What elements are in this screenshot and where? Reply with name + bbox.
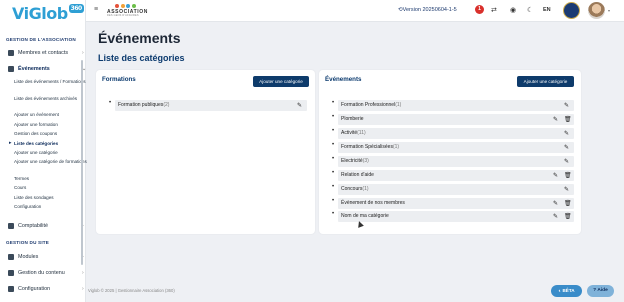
notification-badge[interactable]: 1 bbox=[475, 5, 484, 14]
list-bullet: • bbox=[332, 211, 335, 217]
category-row[interactable]: Activité(11) ✎ bbox=[338, 128, 574, 139]
section-title: Liste des catégories bbox=[98, 53, 185, 63]
chevron-down-icon[interactable]: ▾ bbox=[608, 8, 610, 13]
sidebar: ViGlob 360 GESTION DE L'ASSOCIATION Membr… bbox=[0, 0, 87, 302]
category-row[interactable]: Plomberie ✎ 🗑 bbox=[338, 114, 574, 125]
events-card: Événements Ajouter une catégorie • Forma… bbox=[319, 70, 581, 234]
category-row[interactable]: Évènement de nos membres ✎ 🗑 bbox=[338, 198, 574, 209]
version-label[interactable]: ⟲Version 20250604-1-5 bbox=[398, 7, 457, 13]
formations-card-title: Formations bbox=[102, 76, 136, 83]
sidebar-sub-coupons[interactable]: Gestion des coupons bbox=[14, 131, 80, 136]
modules-icon bbox=[8, 254, 14, 260]
association-logo[interactable]: ASSOCIATION DES GENS D'AFFAIRES bbox=[107, 4, 157, 19]
chevron-right-icon: › bbox=[82, 286, 84, 292]
sidebar-sub-add-formation-category[interactable]: Ajouter une catégorie de formations bbox=[14, 159, 87, 164]
folder-icon bbox=[8, 66, 14, 72]
sidebar-item-content[interactable]: Gestion du contenu › bbox=[8, 270, 84, 276]
list-bullet: • bbox=[332, 100, 335, 106]
avatar[interactable] bbox=[588, 2, 605, 19]
active-bullet-icon: ▸ bbox=[9, 140, 12, 146]
edit-icon[interactable]: ✎ bbox=[297, 101, 302, 112]
app-logo[interactable]: ViGlob 360 bbox=[12, 4, 84, 23]
list-bullet: • bbox=[332, 114, 335, 120]
users-icon bbox=[8, 50, 14, 56]
edit-icon[interactable]: ✎ bbox=[564, 143, 569, 154]
sidebar-sub-terms[interactable]: Termes bbox=[14, 176, 80, 181]
edit-icon[interactable]: ✎ bbox=[553, 212, 558, 223]
edit-icon[interactable]: ✎ bbox=[553, 171, 558, 182]
trash-icon[interactable]: 🗑 bbox=[564, 212, 572, 223]
sidebar-item-config[interactable]: Configuration › bbox=[8, 286, 84, 292]
category-row[interactable]: Nom de ma catégorie ✎ 🗑 bbox=[338, 211, 574, 222]
sidebar-sub-courses[interactable]: Cours bbox=[14, 185, 80, 190]
menu-icon[interactable]: ≡ bbox=[94, 6, 98, 13]
document-icon bbox=[8, 270, 14, 276]
sidebar-sub-events-archived[interactable]: Liste des événements archivés bbox=[14, 96, 80, 101]
trash-icon[interactable]: 🗑 bbox=[564, 199, 572, 210]
sidebar-scrollbar[interactable] bbox=[81, 60, 83, 265]
edit-icon[interactable]: ✎ bbox=[564, 185, 569, 196]
sidebar-sub-add-formation[interactable]: Ajouter une formation bbox=[14, 122, 80, 127]
category-row[interactable]: Electricité(3) ✎ bbox=[338, 156, 574, 167]
sidebar-item-members[interactable]: Membres et contacts › bbox=[8, 50, 84, 56]
formations-card: Formations Ajouter une catégorie • Forma… bbox=[96, 70, 315, 234]
footer-text: Viglob © 2025 | Gestionnaire Association… bbox=[88, 288, 175, 293]
help-button[interactable]: ? Aide bbox=[587, 285, 614, 297]
topbar: ≡ ASSOCIATION DES GENS D'AFFAIRES ⟲Versi… bbox=[86, 0, 624, 22]
trash-icon[interactable]: 🗑 bbox=[564, 115, 572, 126]
calculator-icon bbox=[8, 223, 14, 229]
sidebar-sub-events-list[interactable]: Liste des événements / Formations bbox=[14, 79, 86, 84]
page-title: Événements bbox=[98, 30, 181, 46]
edit-icon[interactable]: ✎ bbox=[553, 115, 558, 126]
category-row[interactable]: Concours(1) ✎ bbox=[338, 184, 574, 195]
sidebar-sub-configuration[interactable]: Configuration bbox=[14, 204, 80, 209]
beta-button[interactable]: ◐ BÊTA bbox=[551, 285, 582, 297]
language-switch[interactable]: EN bbox=[543, 7, 551, 13]
sidebar-section-site: GESTION DU SITE bbox=[6, 240, 50, 245]
list-bullet: • bbox=[332, 198, 335, 204]
sidebar-sub-add-event[interactable]: Ajouter un événement bbox=[14, 112, 80, 117]
chevron-right-icon: › bbox=[82, 50, 84, 56]
edit-icon[interactable]: ✎ bbox=[564, 157, 569, 168]
sidebar-item-accounting[interactable]: Comptabilité › bbox=[8, 223, 84, 229]
eye-icon[interactable]: ◉ bbox=[510, 6, 516, 14]
swap-icon[interactable]: ⇄ bbox=[491, 6, 497, 14]
trash-icon[interactable]: 🗑 bbox=[564, 171, 572, 182]
sidebar-sub-categories[interactable]: Liste des catégories bbox=[14, 141, 80, 146]
sidebar-section-association: GESTION DE L'ASSOCIATION bbox=[6, 37, 76, 42]
category-row[interactable]: Formation Professionnel(1) ✎ bbox=[338, 100, 574, 111]
list-bullet: • bbox=[332, 142, 335, 148]
edit-icon[interactable]: ✎ bbox=[564, 101, 569, 112]
list-bullet: • bbox=[332, 156, 335, 162]
list-bullet: • bbox=[332, 128, 335, 134]
edit-icon[interactable]: ✎ bbox=[553, 199, 558, 210]
gear-icon bbox=[8, 286, 14, 292]
edit-icon[interactable]: ✎ bbox=[564, 129, 569, 140]
association-badge[interactable] bbox=[563, 2, 580, 19]
moon-icon[interactable]: ☾ bbox=[527, 6, 533, 14]
add-formation-category-button[interactable]: Ajouter une catégorie bbox=[253, 76, 309, 87]
add-event-category-button[interactable]: Ajouter une catégorie bbox=[517, 76, 574, 87]
sidebar-sub-surveys[interactable]: Liste des sondages bbox=[14, 195, 80, 200]
sidebar-sub-add-category[interactable]: Ajouter une catégorie bbox=[14, 150, 80, 155]
chevron-right-icon: › bbox=[82, 270, 84, 276]
sidebar-item-events[interactable]: Événements ⌄ bbox=[8, 66, 86, 72]
category-row[interactable]: Formation publiques(2) ✎ bbox=[115, 100, 307, 111]
events-card-title: Événements bbox=[325, 76, 362, 83]
list-bullet: • bbox=[332, 170, 335, 176]
sidebar-item-modules[interactable]: Modules › bbox=[8, 254, 84, 260]
list-bullet: • bbox=[109, 100, 112, 106]
list-bullet: • bbox=[332, 184, 335, 190]
category-row[interactable]: Relation d'aide ✎ 🗑 bbox=[338, 170, 574, 181]
category-row[interactable]: Formation Spécialisées(1) ✎ bbox=[338, 142, 574, 153]
